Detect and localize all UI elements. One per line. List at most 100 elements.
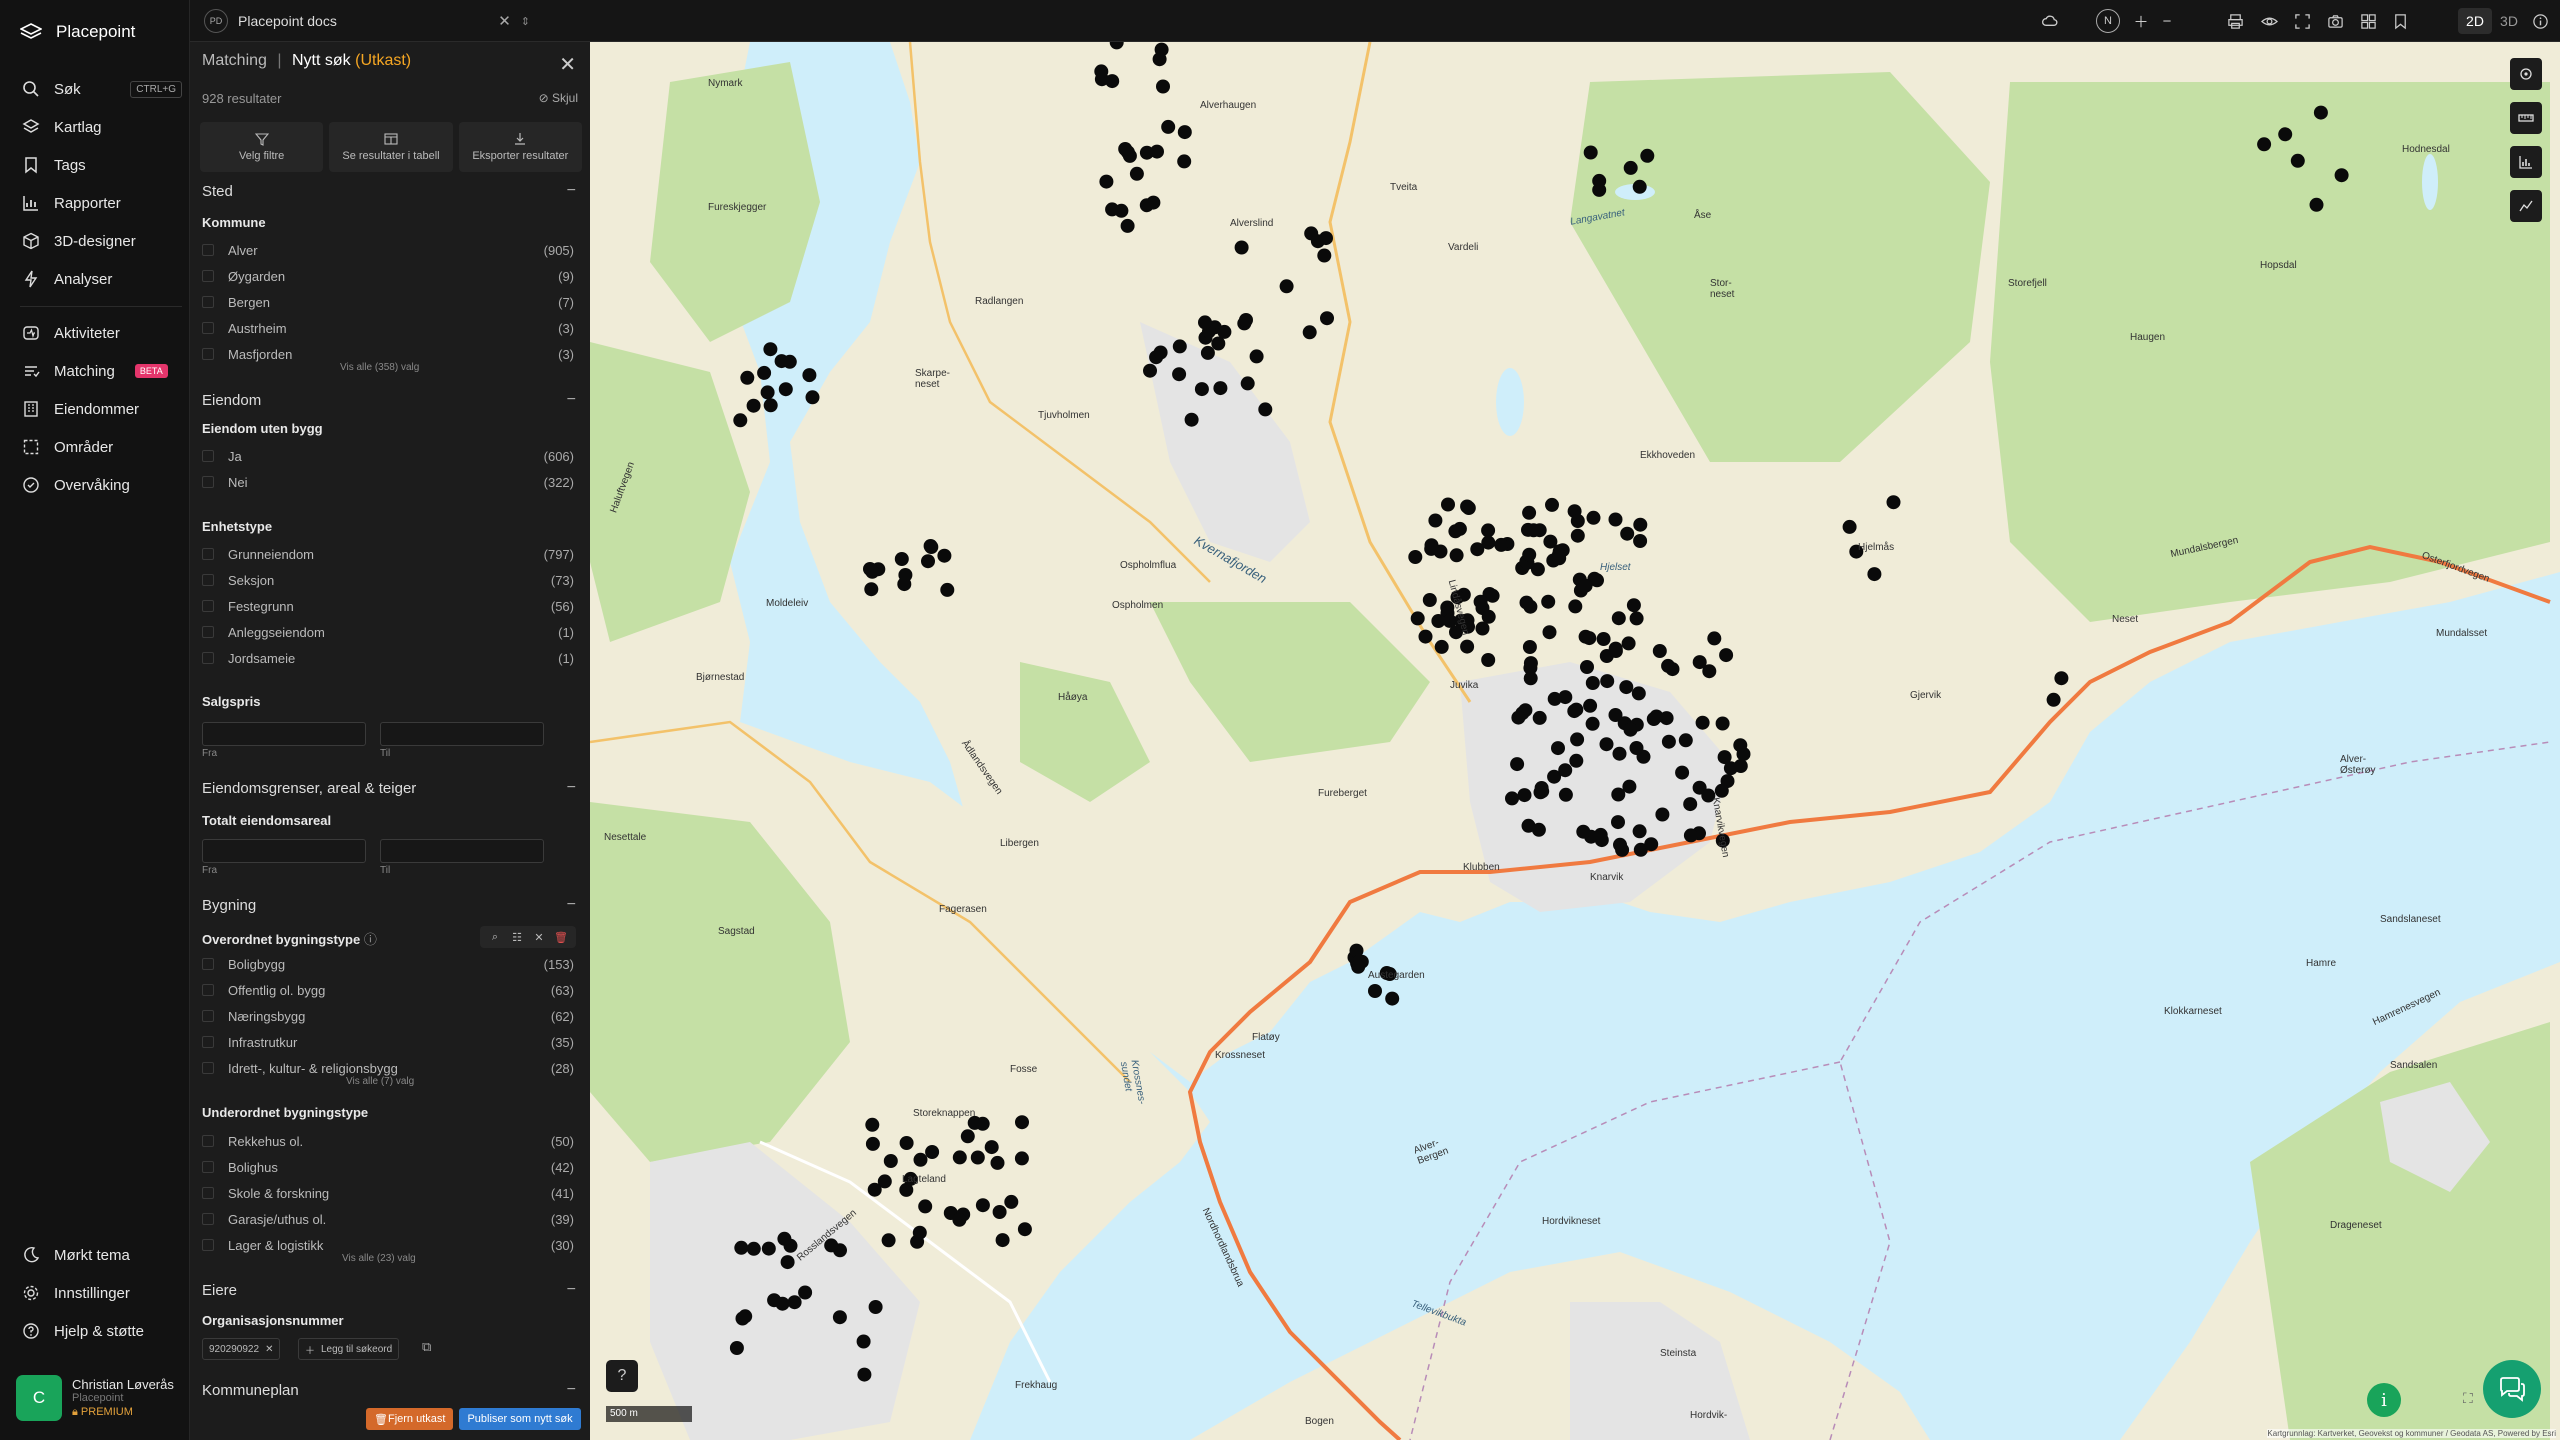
bookmark-icon[interactable]: [2389, 10, 2411, 32]
checkbox[interactable]: [202, 348, 214, 360]
eye-icon[interactable]: [2258, 10, 2280, 32]
location-tool-icon[interactable]: [2510, 58, 2542, 90]
filter-option[interactable]: Infrastrutkur (35): [202, 1031, 574, 1053]
checkbox[interactable]: [202, 450, 214, 462]
clear-icon[interactable]: ✕: [530, 931, 548, 944]
filter-option[interactable]: Bolighus (42): [202, 1156, 574, 1178]
nav-item-eiendommer[interactable]: Eiendommer: [22, 394, 182, 424]
section-eiere-title[interactable]: Eiere: [202, 1282, 237, 1299]
remove-chip-icon[interactable]: ✕: [265, 1344, 273, 1355]
compass-north-button[interactable]: N: [2096, 9, 2120, 33]
salgspris-from-input[interactable]: [202, 722, 366, 746]
document-selector[interactable]: PD Placepoint docs ✕ ⇕: [204, 6, 530, 36]
areal-from-input[interactable]: [202, 839, 366, 863]
org-number-chip[interactable]: 920290922 ✕: [202, 1338, 281, 1360]
map-view[interactable]: Nymark Fureskjegger Radlangen Skarpe- ne…: [590, 42, 2560, 1440]
filter-option[interactable]: Bergen (7): [202, 291, 574, 313]
filter-option[interactable]: Nei (322): [202, 471, 574, 493]
areal-to-input[interactable]: [380, 839, 544, 863]
checkbox[interactable]: [202, 1239, 214, 1251]
section-eiendom-title[interactable]: Eiendom: [202, 392, 261, 409]
section-grenser-title[interactable]: Eiendomsgrenser, areal & teiger: [202, 780, 416, 797]
checkbox[interactable]: [202, 1010, 214, 1022]
map-canvas[interactable]: [590, 42, 2560, 1440]
measure-tool-icon[interactable]: [2510, 102, 2542, 134]
zoom-out-icon[interactable]: −: [2156, 10, 2178, 32]
checkbox[interactable]: [202, 1135, 214, 1147]
brand[interactable]: Placepoint: [20, 22, 135, 42]
nav-item-matching[interactable]: Matching BETA: [22, 356, 182, 386]
checkbox[interactable]: [202, 244, 214, 256]
nav-item-omrader[interactable]: Områder: [22, 432, 182, 462]
chart-tool-icon[interactable]: [2510, 146, 2542, 178]
checkbox[interactable]: [202, 1161, 214, 1173]
export-results-button[interactable]: Eksporter resultater: [458, 122, 582, 172]
nav-item-dark-theme[interactable]: Mørkt tema: [22, 1240, 182, 1270]
checkbox[interactable]: [202, 600, 214, 612]
checkbox[interactable]: [202, 322, 214, 334]
checkbox[interactable]: [202, 574, 214, 586]
collapse-icon[interactable]: −: [567, 896, 576, 914]
nav-item-aktiviteter[interactable]: Aktiviteter: [22, 318, 182, 348]
search-icon[interactable]: ⌕: [486, 931, 504, 944]
collapse-icon[interactable]: −: [567, 391, 576, 409]
collapse-icon[interactable]: −: [567, 779, 576, 797]
mode-3d-button[interactable]: 3D: [2492, 8, 2526, 34]
zoom-in-icon[interactable]: ＋: [2130, 10, 2152, 32]
section-kommuneplan-title[interactable]: Kommuneplan: [202, 1382, 299, 1399]
collapse-icon[interactable]: −: [567, 182, 576, 200]
nav-item-sok[interactable]: Søk CTRL+G: [22, 74, 182, 104]
salgspris-to-input[interactable]: [380, 722, 544, 746]
checkbox[interactable]: [202, 1187, 214, 1199]
nav-item-3d-designer[interactable]: 3D-designer: [22, 226, 182, 256]
expand-icon[interactable]: ⛶: [2463, 1390, 2473, 1407]
camera-icon[interactable]: [2324, 10, 2346, 32]
chevron-updown-icon[interactable]: ⇕: [521, 15, 530, 28]
filter-option[interactable]: Garasje/uthus ol. (39): [202, 1208, 574, 1230]
filter-option[interactable]: Grunneiendom (797): [202, 543, 574, 565]
view-all-link[interactable]: Vis alle (23) valg: [342, 1253, 416, 1264]
choose-filters-button[interactable]: Velg filtre: [200, 122, 324, 172]
nav-item-settings[interactable]: Innstillinger: [22, 1278, 182, 1308]
view-all-link[interactable]: Vis alle (7) valg: [346, 1076, 414, 1087]
collapse-icon[interactable]: −: [567, 1281, 576, 1299]
list-icon[interactable]: ☷: [508, 931, 526, 944]
print-icon[interactable]: [2224, 10, 2246, 32]
mode-2d-button[interactable]: 2D: [2458, 8, 2492, 34]
breadcrumb-parent[interactable]: Matching: [202, 52, 267, 69]
checkbox[interactable]: [202, 476, 214, 488]
checkbox[interactable]: [202, 296, 214, 308]
filter-option[interactable]: Næringsbygg (62): [202, 1005, 574, 1027]
info-icon[interactable]: ⓘ: [364, 932, 377, 947]
nav-item-rapporter[interactable]: Rapporter: [22, 188, 182, 218]
close-panel-icon[interactable]: ✕: [559, 52, 576, 77]
filter-option[interactable]: Øygarden (9): [202, 265, 574, 287]
cloud-sync-icon[interactable]: [2038, 10, 2060, 32]
trash-icon[interactable]: 🗑︎: [552, 931, 570, 944]
checkbox[interactable]: [202, 958, 214, 970]
view-table-button[interactable]: Se resultater i tabell: [329, 122, 453, 172]
filter-option[interactable]: Boligbygg (153): [202, 953, 574, 975]
filter-option[interactable]: Skole & forskning (41): [202, 1182, 574, 1204]
checkbox[interactable]: [202, 626, 214, 638]
filter-option[interactable]: Rekkehus ol. (50): [202, 1130, 574, 1152]
publish-search-button[interactable]: Publiser som nytt søk: [459, 1408, 581, 1430]
add-keyword-button[interactable]: ＋ Legg til søkeord: [298, 1338, 400, 1360]
checkbox[interactable]: [202, 1036, 214, 1048]
section-bygning-title[interactable]: Bygning: [202, 897, 256, 914]
checkbox[interactable]: [202, 1213, 214, 1225]
info-button[interactable]: i: [2367, 1383, 2401, 1417]
filter-option[interactable]: Offentlig ol. bygg (63): [202, 979, 574, 1001]
nav-item-analyser[interactable]: Analyser: [22, 264, 182, 294]
view-all-link[interactable]: Vis alle (358) valg: [340, 362, 419, 373]
nav-item-kartlag[interactable]: Kartlag: [22, 112, 182, 142]
info-icon[interactable]: [2529, 10, 2551, 32]
filter-option[interactable]: Jordsameie (1): [202, 647, 574, 669]
grid-icon[interactable]: [2357, 10, 2379, 32]
copy-icon[interactable]: ⧉: [422, 1339, 431, 1355]
filter-option[interactable]: Alver (905): [202, 239, 574, 261]
profile-tool-icon[interactable]: [2510, 190, 2542, 222]
chat-button[interactable]: [2483, 1360, 2541, 1418]
section-sted-title[interactable]: Sted: [202, 183, 233, 200]
checkbox[interactable]: [202, 548, 214, 560]
